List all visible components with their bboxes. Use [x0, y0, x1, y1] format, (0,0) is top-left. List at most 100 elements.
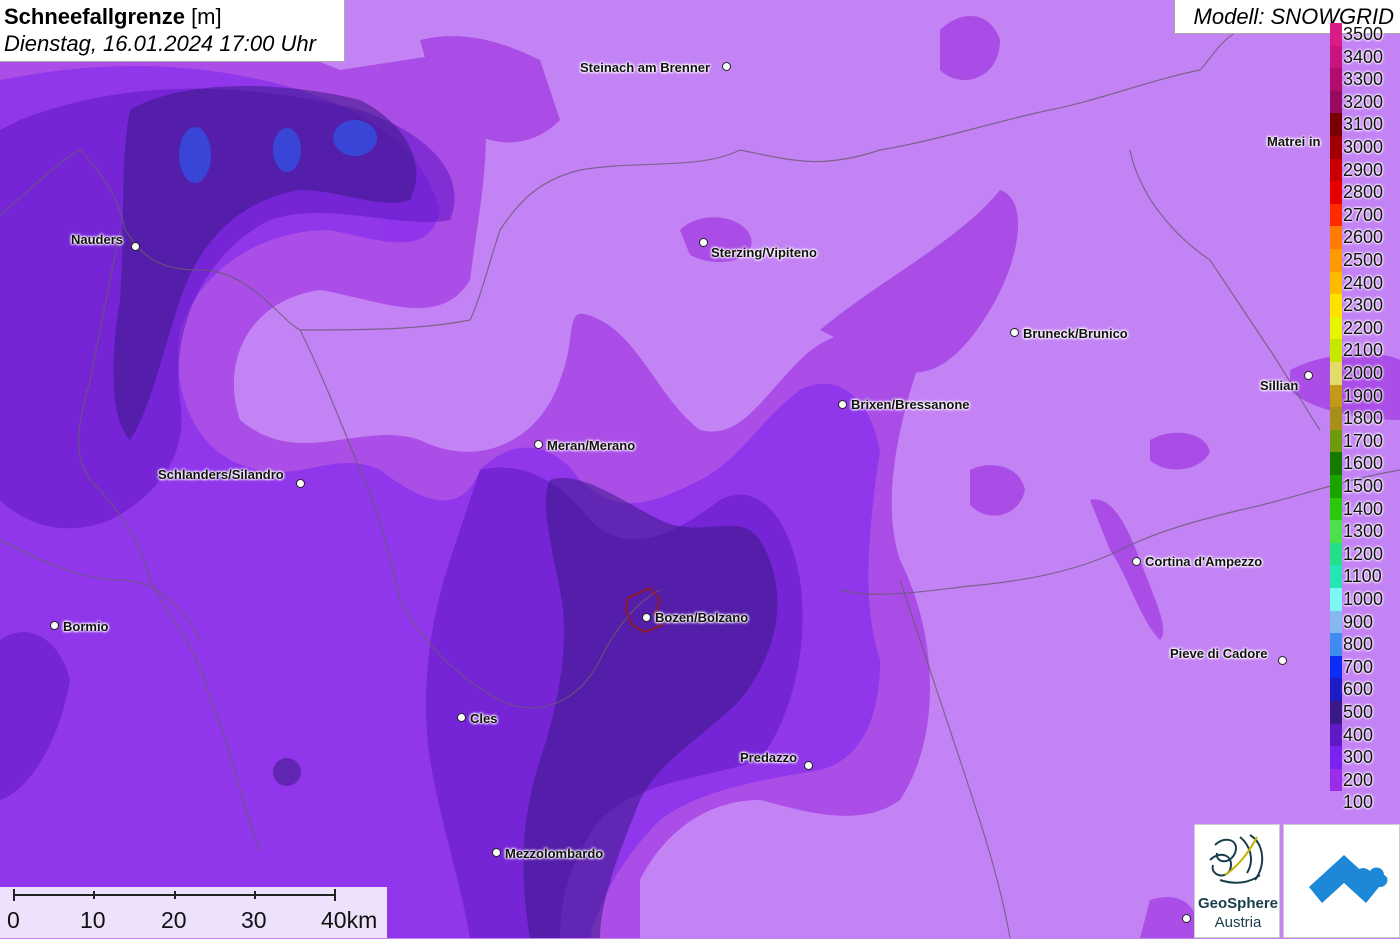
weather-app-logo[interactable] — [1283, 824, 1400, 938]
legend-row: 2400 — [1330, 271, 1400, 295]
legend-label: 3200 — [1343, 91, 1384, 112]
city-label-mezzolombardo: Mezzolombardo — [505, 846, 604, 861]
city-marker — [492, 848, 501, 857]
legend-swatch — [1330, 678, 1342, 702]
legend-label: 500 — [1343, 702, 1374, 722]
legend-row: 2500 — [1330, 249, 1400, 272]
city-marker — [50, 621, 59, 630]
legend-swatch — [1330, 655, 1342, 679]
geosphere-logo-line1: GeoSphere — [1197, 895, 1279, 912]
legend-swatch — [1330, 90, 1342, 114]
legend-label: 1300 — [1343, 521, 1384, 542]
legend-label: 1700 — [1343, 430, 1384, 451]
legend-swatch — [1330, 701, 1342, 724]
city-label-steinach: Steinach am Brenner — [580, 60, 711, 75]
legend-row: 800 — [1330, 633, 1400, 657]
legend-label: 1900 — [1343, 385, 1384, 406]
legend-swatch — [1330, 339, 1342, 363]
legend-swatch — [1330, 226, 1342, 250]
legend-label: 1000 — [1343, 589, 1384, 609]
legend-row: 1500 — [1330, 475, 1400, 498]
legend-swatch — [1330, 565, 1342, 589]
legend-label: 1500 — [1343, 476, 1384, 496]
legend-row: 3200 — [1330, 90, 1400, 114]
legend-swatch — [1330, 294, 1342, 318]
legend-swatch — [1330, 45, 1342, 69]
legend-label: 1800 — [1343, 408, 1384, 429]
legend-row: 2600 — [1330, 226, 1400, 250]
cloud-arrow-icon — [1309, 855, 1388, 903]
legend-label: 3000 — [1343, 137, 1384, 157]
legend-swatch — [1330, 362, 1342, 385]
city-marker — [699, 238, 708, 247]
city-label-cortina: Cortina d'Ampezzo — [1145, 554, 1263, 569]
legend-label: 2500 — [1343, 250, 1384, 270]
legend-label: 800 — [1343, 634, 1374, 655]
legend-row: 3500 — [1330, 23, 1400, 46]
map-datetime: Dienstag, 16.01.2024 17:00 Uhr — [4, 31, 316, 56]
legend-row: 500 — [1330, 701, 1400, 724]
legend-swatch — [1330, 136, 1342, 159]
legend-row: 300 — [1330, 746, 1400, 770]
legend-label: 700 — [1343, 656, 1374, 677]
legend-row: 1400 — [1330, 497, 1400, 521]
legend-swatch — [1330, 768, 1342, 792]
map-title: Schneefallgrenze [m] — [4, 4, 222, 29]
city-label-bormio: Bormio — [63, 619, 109, 634]
legend-swatch — [1330, 113, 1342, 137]
scale-label-20: 20 — [161, 907, 187, 933]
city-label-brixen: Brixen/Bressanone — [851, 397, 970, 412]
legend-label: 2000 — [1343, 363, 1384, 383]
city-label-sillian: Sillian — [1260, 378, 1299, 393]
geosphere-logo-line2: Austria — [1214, 914, 1262, 931]
legend-swatch — [1330, 610, 1342, 634]
scale-label-10: 10 — [80, 907, 106, 933]
legend-swatch — [1330, 475, 1342, 498]
legend-swatch — [1330, 497, 1342, 521]
legend-row: 1700 — [1330, 429, 1400, 453]
legend-label: 3300 — [1343, 69, 1384, 90]
city-label-cles: Cles — [470, 711, 498, 726]
legend-swatch — [1330, 68, 1342, 92]
city-marker — [1278, 656, 1287, 665]
legend-swatch — [1330, 158, 1342, 182]
legend-row: 700 — [1330, 655, 1400, 679]
legend-label: 900 — [1343, 611, 1374, 632]
legend-swatch — [1330, 746, 1342, 770]
legend-swatch — [1330, 723, 1342, 747]
city-marker — [1010, 328, 1019, 337]
legend-row: 1900 — [1330, 384, 1400, 408]
legend-label: 400 — [1343, 724, 1374, 745]
legend-row: 1300 — [1330, 520, 1400, 544]
city-label-predazzo: Predazzo — [740, 750, 798, 765]
city-label-matrei: Matrei in — [1267, 134, 1321, 149]
legend-row: 3400 — [1330, 45, 1400, 69]
legend-swatch — [1330, 316, 1342, 340]
legend-label: 2800 — [1343, 182, 1384, 203]
scale-label-30: 30 — [241, 907, 267, 933]
map-title-box: Schneefallgrenze [m] Dienstag, 16.01.202… — [0, 0, 345, 62]
legend-row: 2200 — [1330, 316, 1400, 340]
legend-label: 2300 — [1343, 295, 1384, 316]
legend-row: 1200 — [1330, 542, 1400, 566]
legend-label: 200 — [1343, 769, 1374, 790]
city-marker — [1304, 371, 1313, 380]
legend-row: 2800 — [1330, 181, 1400, 205]
city-label-pieve: Pieve di Cadore — [1170, 646, 1268, 661]
city-marker — [722, 62, 731, 71]
legend-swatch — [1330, 23, 1342, 46]
legend-label: 1100 — [1343, 566, 1382, 587]
legend-label: 3400 — [1343, 46, 1384, 67]
legend-label: 2600 — [1343, 227, 1384, 248]
legend-swatch — [1330, 384, 1342, 408]
city-label-bruneck: Bruneck/Brunico — [1023, 326, 1128, 341]
legend-row: 600 — [1330, 678, 1400, 702]
legend-label: 2100 — [1343, 340, 1384, 361]
geosphere-logo[interactable]: GeoSphere Austria — [1194, 824, 1280, 938]
legend-label: 300 — [1343, 747, 1374, 768]
scale-bar: 0 10 20 30 40km — [0, 887, 387, 938]
scale-label-40km: 40km — [321, 907, 378, 933]
legend-label: 100 — [1343, 792, 1374, 813]
legend-swatch — [1330, 588, 1342, 611]
legend-swatch — [1330, 791, 1342, 815]
